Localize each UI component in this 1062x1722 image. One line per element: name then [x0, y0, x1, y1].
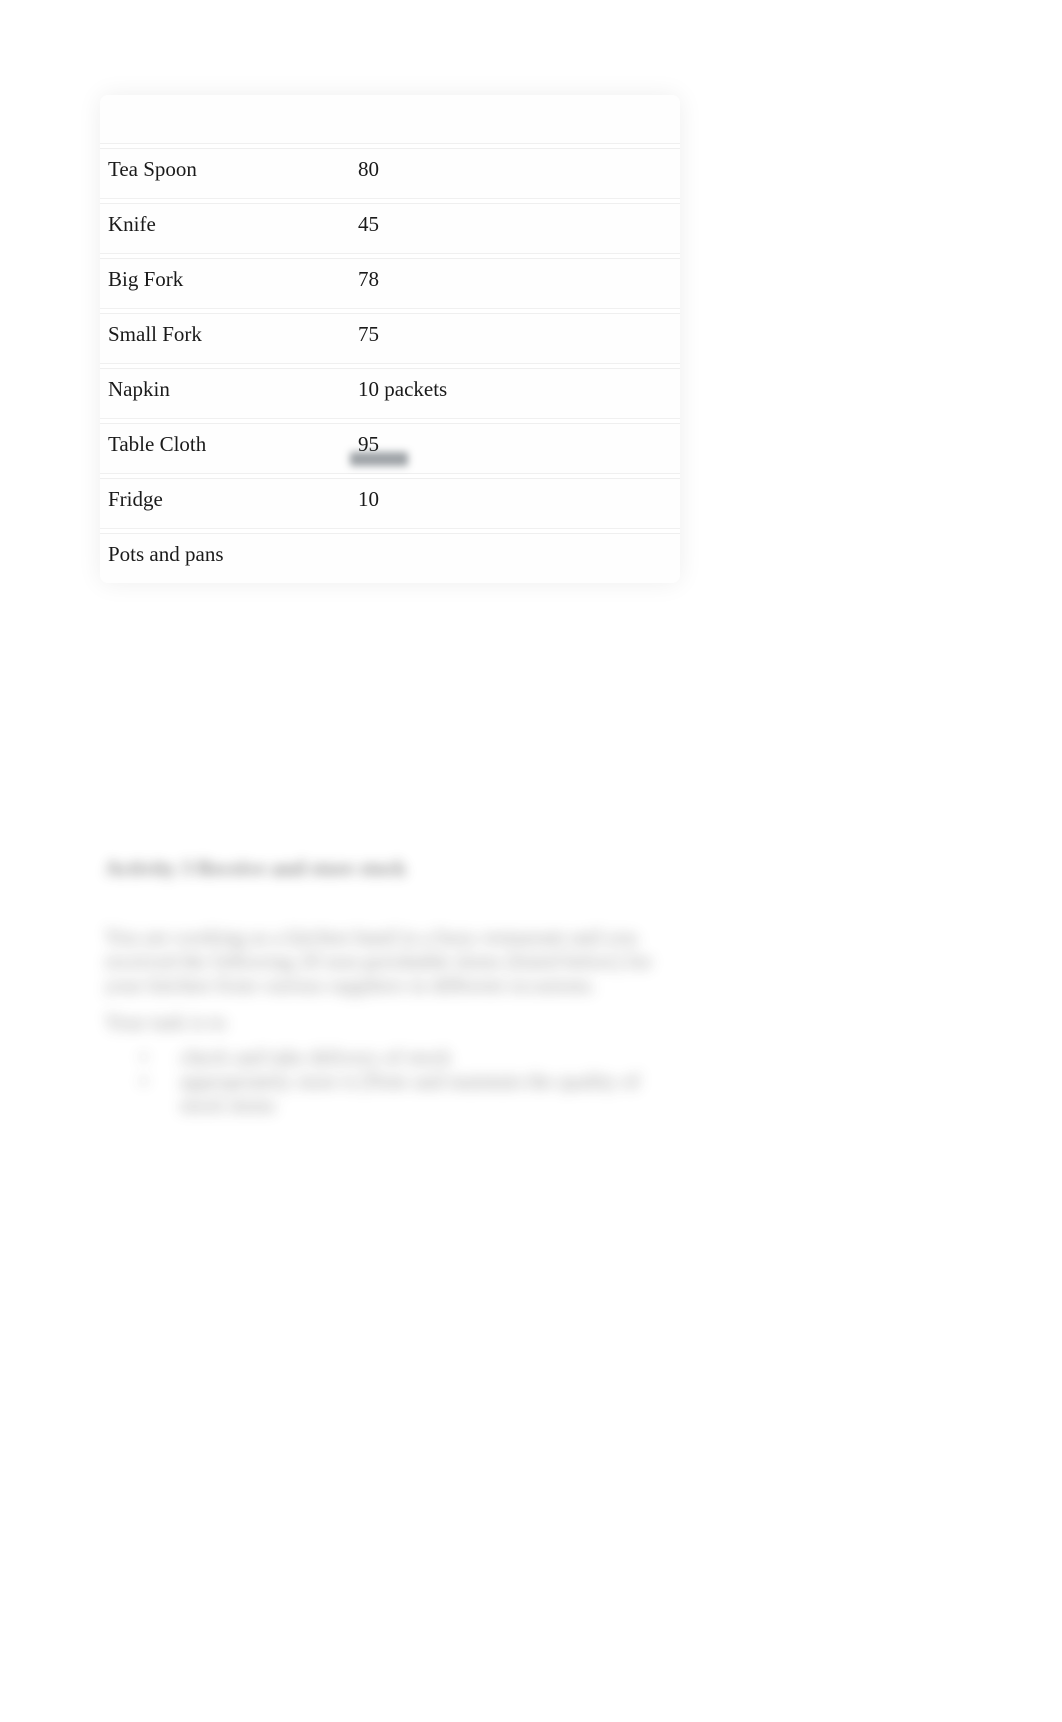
cell-qty: 78: [350, 258, 680, 308]
cell-qty: 10 packets: [350, 368, 680, 418]
cell-qty: 75: [350, 313, 680, 363]
cell-item: Table Cloth: [100, 423, 350, 473]
inventory-table: Tea Spoon 80 Knife 45 Big Fork 78 Small …: [100, 95, 680, 583]
activity-bullet-list: check and take delivery of stock appropr…: [160, 1045, 640, 1117]
list-item: appropriately store it (Note and maintai…: [160, 1069, 640, 1117]
cell-qty: 80: [350, 148, 680, 198]
cell-item: Fridge: [100, 478, 350, 528]
table-row: Knife 45: [100, 203, 680, 253]
list-item: check and take delivery of stock: [160, 1045, 640, 1069]
cell-qty: 45: [350, 203, 680, 253]
table-row: Small Fork 75: [100, 313, 680, 363]
cell-item: Pots and pans: [100, 533, 350, 583]
table-row: Napkin 10 packets: [100, 368, 680, 418]
header-qty-cell: [350, 95, 680, 143]
cell-item: Big Fork: [100, 258, 350, 308]
obscured-value-patch: [350, 452, 408, 466]
cell-item: Small Fork: [100, 313, 350, 363]
cell-qty: [350, 533, 680, 583]
table-row: Big Fork 78: [100, 258, 680, 308]
activity-heading: Activity 3 Receive and store stock: [105, 856, 406, 881]
activity-paragraph: You are working as a kitchen hand in a b…: [105, 925, 665, 997]
activity-task-label: Your task is to: [105, 1010, 226, 1035]
cell-item: Napkin: [100, 368, 350, 418]
table-row: Pots and pans: [100, 533, 680, 583]
inventory-table-wrapper: Tea Spoon 80 Knife 45 Big Fork 78 Small …: [100, 95, 680, 583]
table-row: Tea Spoon 80: [100, 148, 680, 198]
cell-item: Tea Spoon: [100, 148, 350, 198]
header-item-cell: [100, 95, 350, 143]
table-header-row: [100, 95, 680, 143]
table-row: Fridge 10: [100, 478, 680, 528]
cell-item: Knife: [100, 203, 350, 253]
cell-qty: 10: [350, 478, 680, 528]
